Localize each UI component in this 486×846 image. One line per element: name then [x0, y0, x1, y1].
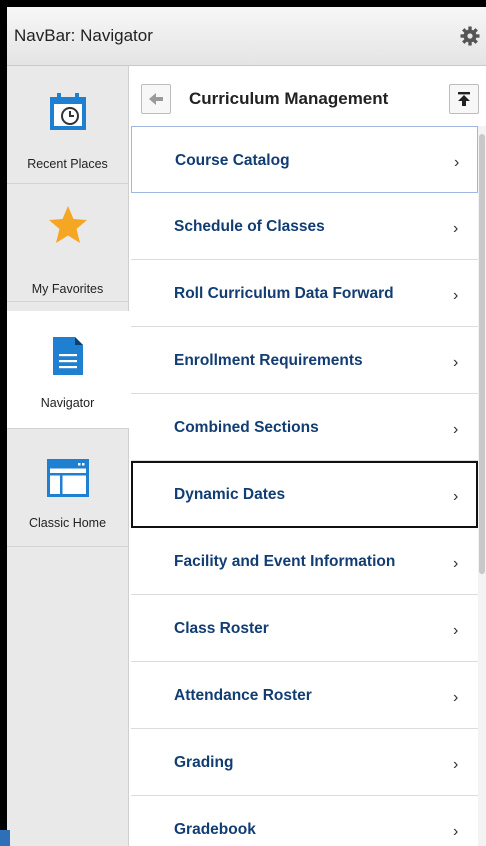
menu-item-combined-sections[interactable]: Combined Sections › — [131, 394, 478, 461]
menu-item-roll-curriculum-data-forward[interactable]: Roll Curriculum Data Forward › — [131, 260, 478, 327]
chevron-right-icon: › — [453, 555, 459, 572]
arrow-to-top-icon — [458, 92, 470, 106]
rail-item-recent-places[interactable]: Recent Places — [7, 66, 128, 184]
rail-item-classic-home[interactable]: Classic Home — [7, 429, 128, 547]
rail-label-recent-places: Recent Places — [27, 157, 108, 171]
recent-places-icon — [49, 93, 86, 130]
chevron-right-icon: › — [453, 354, 459, 371]
bottom-edge-strip — [0, 830, 10, 846]
menu-item-class-roster[interactable]: Class Roster › — [131, 595, 478, 662]
rail-label-my-favorites: My Favorites — [31, 282, 104, 296]
menu-item-label: Roll Curriculum Data Forward — [174, 285, 394, 302]
menu-item-label: Gradebook — [174, 821, 256, 838]
menu-item-schedule-of-classes[interactable]: Schedule of Classes › — [131, 193, 478, 260]
navbar-header: NavBar: Navigator — [7, 7, 486, 66]
menu-item-label: Course Catalog — [175, 152, 290, 169]
rail-item-navigator[interactable]: Navigator — [7, 311, 129, 429]
menu-item-label: Combined Sections — [174, 419, 319, 436]
gear-icon[interactable] — [460, 26, 480, 46]
menu-item-label: Attendance Roster — [174, 687, 312, 704]
chevron-right-icon: › — [453, 421, 459, 438]
chevron-right-icon: › — [453, 488, 459, 505]
menu-item-attendance-roster[interactable]: Attendance Roster › — [131, 662, 478, 729]
navbar-panel: NavBar: Navigator Recent Places My Favor… — [7, 7, 486, 846]
menu-item-facility-and-event-information[interactable]: Facility and Event Information › — [131, 528, 478, 595]
navigator-menu-list: Course Catalog › Schedule of Classes › R… — [131, 126, 478, 846]
chevron-right-icon: › — [453, 823, 459, 840]
chevron-right-icon: › — [453, 689, 459, 706]
document-icon — [53, 337, 83, 375]
menu-item-enrollment-requirements[interactable]: Enrollment Requirements › — [131, 327, 478, 394]
menu-item-dynamic-dates[interactable]: Dynamic Dates › — [131, 461, 478, 528]
navbar-rail: Recent Places My Favorites Navigator Cla… — [7, 66, 129, 846]
list-scrollbar[interactable] — [478, 126, 486, 846]
menu-item-course-catalog[interactable]: Course Catalog › — [131, 126, 478, 193]
menu-item-gradebook[interactable]: Gradebook › — [131, 796, 478, 846]
chevron-right-icon: › — [454, 154, 460, 171]
menu-item-grading[interactable]: Grading › — [131, 729, 478, 796]
chevron-right-icon: › — [453, 756, 459, 773]
panel-header: Curriculum Management — [131, 75, 486, 125]
menu-item-label: Facility and Event Information — [174, 553, 396, 570]
panel-title: Curriculum Management — [189, 89, 389, 108]
rail-item-my-favorites[interactable]: My Favorites — [7, 184, 128, 302]
rail-label-navigator: Navigator — [40, 396, 95, 410]
menu-item-label: Grading — [174, 754, 234, 771]
back-arrow-icon — [149, 93, 163, 105]
menu-item-label: Class Roster — [174, 620, 269, 637]
chevron-right-icon: › — [453, 287, 459, 304]
menu-item-label: Schedule of Classes — [174, 218, 325, 235]
chevron-right-icon: › — [453, 622, 459, 639]
menu-item-label: Enrollment Requirements — [174, 352, 363, 369]
chevron-right-icon: › — [453, 220, 459, 237]
scrollbar-thumb[interactable] — [479, 134, 485, 574]
menu-item-label: Dynamic Dates — [174, 486, 286, 503]
rail-label-classic-home: Classic Home — [28, 516, 107, 530]
navbar-title: NavBar: Navigator — [14, 26, 153, 45]
star-icon — [48, 206, 87, 243]
window-icon — [46, 459, 89, 497]
back-button[interactable] — [141, 84, 171, 114]
scroll-to-top-button[interactable] — [449, 84, 479, 114]
